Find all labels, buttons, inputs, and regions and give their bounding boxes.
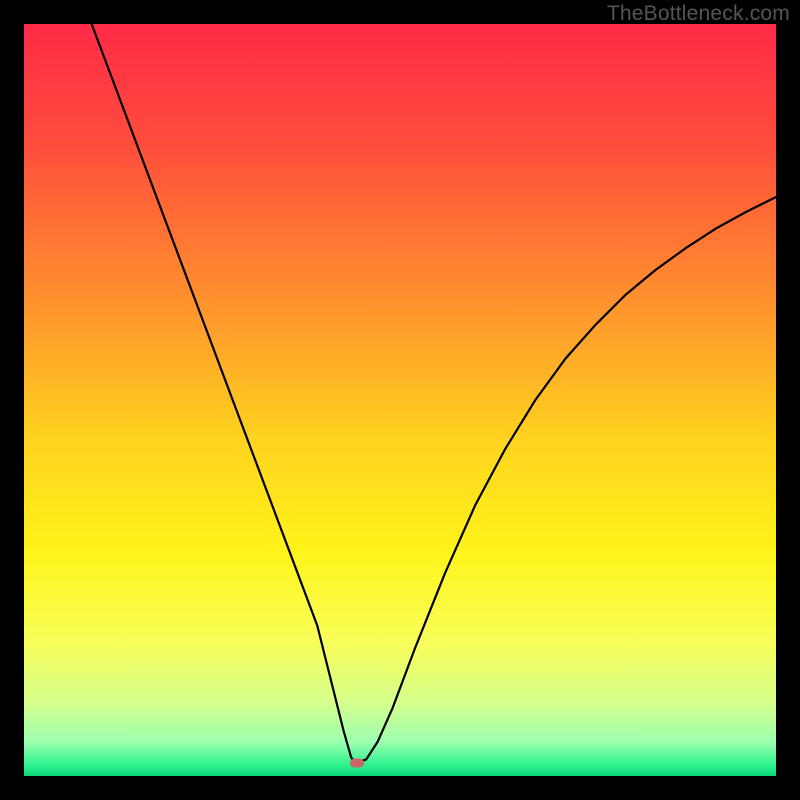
watermark-text: TheBottleneck.com	[607, 2, 790, 26]
chart-frame	[24, 24, 776, 776]
gradient-background	[24, 24, 776, 776]
bottleneck-chart	[24, 24, 776, 776]
optimal-point-marker	[350, 759, 364, 768]
